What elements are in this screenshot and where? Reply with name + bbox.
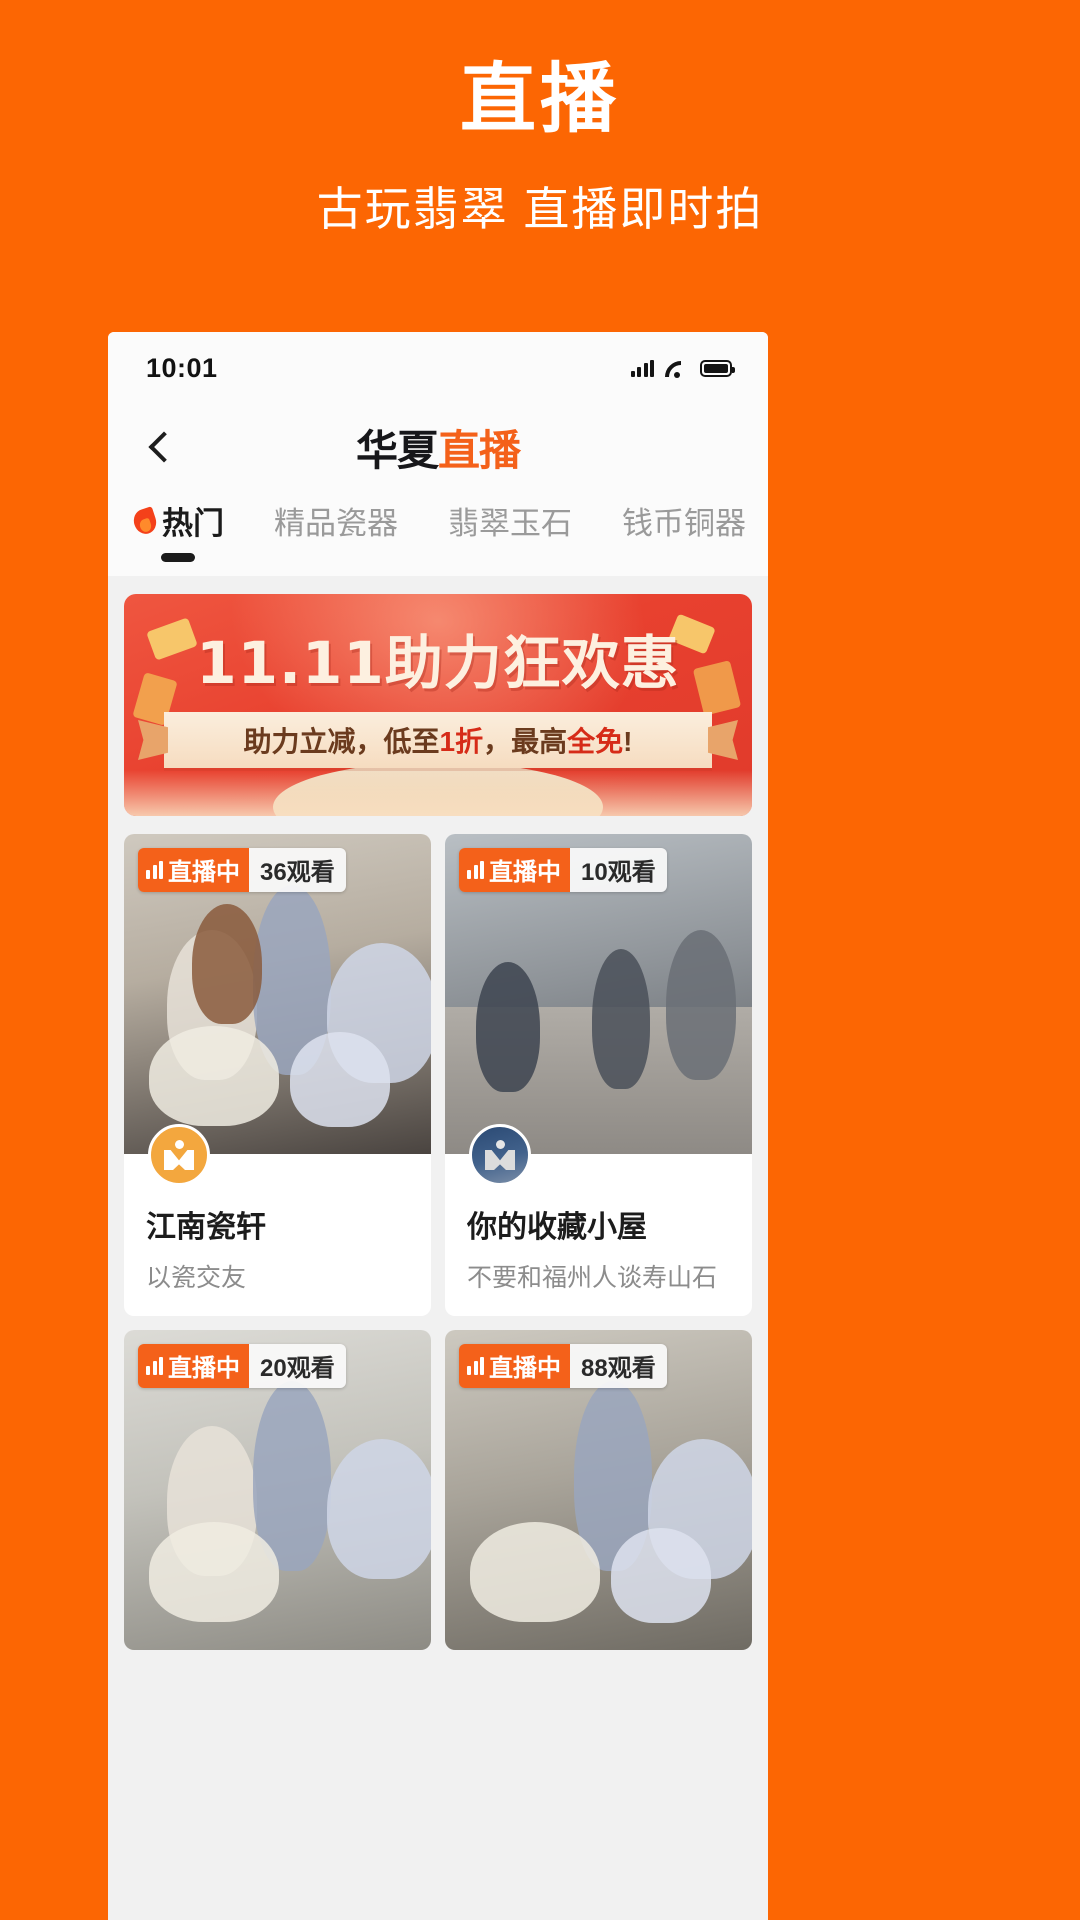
- ribbon-suffix: !: [623, 726, 633, 757]
- live-card[interactable]: 直播中 10观看 你的收藏小屋 不要和福州人谈寿山石: [445, 834, 752, 1316]
- battery-full-icon: [700, 359, 735, 377]
- live-badge-label: 直播中: [489, 1355, 561, 1382]
- live-card[interactable]: 直播中 36观看 江南瓷轩 以瓷交友: [124, 834, 431, 1316]
- live-thumbnail[interactable]: 直播中 36观看: [124, 834, 431, 1154]
- status-bar: 10:01: [108, 332, 768, 404]
- promo-title: 直播: [460, 57, 620, 142]
- live-card-desc: 以瓷交友: [146, 1264, 247, 1292]
- viewer-count-badge: 10观看: [570, 848, 667, 892]
- thumb-decor: [326, 1438, 431, 1579]
- phone-mockup: 10:01 华夏 直播 热门 精品瓷器 翡翠玉石 钱币铜器 11.11助力狂欢惠…: [108, 332, 768, 1920]
- live-thumbnail[interactable]: 直播中 20观看: [124, 1330, 431, 1650]
- thumb-decor: [475, 962, 540, 1092]
- viewer-count-badge: 20观看: [249, 1344, 346, 1388]
- status-badge: 直播中 36观看: [138, 848, 346, 892]
- thumb-decor: [610, 1528, 711, 1624]
- live-badge: 直播中: [138, 1344, 249, 1388]
- live-card-title: 江南瓷轩: [146, 1211, 266, 1244]
- app-nav-bar: 华夏 直播: [108, 404, 768, 490]
- live-card[interactable]: 直播中 88观看: [445, 1330, 752, 1650]
- tab-label: 精品瓷器: [274, 506, 398, 541]
- live-badge: 直播中: [138, 848, 249, 892]
- wifi-icon: [665, 360, 689, 378]
- banner-title: 11.11助力狂欢惠: [196, 629, 680, 697]
- tab-active-underline: [161, 553, 195, 562]
- avatar[interactable]: [148, 1124, 210, 1186]
- tab-label: 钱币铜器: [622, 506, 746, 541]
- category-tab-bar[interactable]: 热门 精品瓷器 翡翠玉石 钱币铜器 文玩杂项: [108, 490, 768, 576]
- live-badge-label: 直播中: [489, 859, 561, 886]
- live-badge: 直播中: [459, 848, 570, 892]
- back-chevron-icon[interactable]: [142, 430, 176, 464]
- live-card-title: 你的收藏小屋: [467, 1211, 647, 1244]
- thumb-decor: [666, 930, 737, 1080]
- tab-jade[interactable]: 翡翠玉石: [448, 498, 572, 543]
- thumb-decor: [592, 949, 651, 1090]
- viewer-count-badge: 88观看: [570, 1344, 667, 1388]
- shop-photo-icon: [483, 1140, 517, 1170]
- shop-logo-icon: [162, 1140, 196, 1170]
- ribbon-highlight-2: 全免: [567, 726, 624, 757]
- thumb-decor: [469, 1522, 600, 1622]
- live-thumbnail[interactable]: 直播中 88观看: [445, 1330, 752, 1650]
- signal-bars-icon: [146, 1356, 163, 1375]
- app-logo-dark-text: 华夏: [355, 425, 439, 475]
- banner-cloud-decor: [124, 770, 752, 816]
- app-logo: 华夏 直播: [108, 404, 768, 490]
- tab-label: 热门: [162, 506, 224, 541]
- tab-hot[interactable]: 热门: [132, 498, 224, 562]
- promo-subtitle: 古玩翡翠 直播即时拍: [316, 183, 764, 235]
- cellular-signal-icon: [630, 359, 654, 377]
- live-badge: 直播中: [459, 1344, 570, 1388]
- thumb-decor: [289, 1032, 390, 1128]
- promo-header: 直播 古玩翡翠 直播即时拍: [0, 0, 1080, 239]
- promo-banner[interactable]: 11.11助力狂欢惠 助力立减，低至1折，最高全免!: [124, 594, 752, 816]
- live-card-desc: 不要和福州人谈寿山石: [467, 1264, 718, 1292]
- ribbon-middle: ，最高: [483, 726, 568, 757]
- banner-ribbon-text: 助力立减，低至1折，最高全免!: [244, 720, 633, 760]
- thumb-decor: [148, 1522, 279, 1622]
- app-logo-accent-text: 直播: [438, 425, 521, 475]
- banner-container: 11.11助力狂欢惠 助力立减，低至1折，最高全免!: [108, 576, 768, 830]
- tab-label: 翡翠玉石: [448, 506, 572, 541]
- fire-icon: [132, 506, 158, 536]
- signal-bars-icon: [467, 1356, 484, 1375]
- status-time: 10:01: [146, 352, 218, 383]
- thumb-decor: [148, 1026, 279, 1126]
- banner-ribbon: 助力立减，低至1折，最高全免!: [164, 712, 712, 768]
- live-badge-label: 直播中: [168, 859, 240, 886]
- viewer-count-badge: 36观看: [249, 848, 346, 892]
- thumb-decor: [191, 904, 262, 1025]
- ribbon-highlight-1: 1折: [439, 726, 484, 757]
- tab-fine-porcelain[interactable]: 精品瓷器: [274, 498, 398, 543]
- live-card-grid: 直播中 36观看 江南瓷轩 以瓷交友 直播中 10观看 你的收藏小屋 不要和福州…: [108, 830, 768, 1650]
- status-icons: [630, 359, 735, 378]
- ribbon-prefix: 助力立减，低至: [243, 726, 440, 757]
- signal-bars-icon: [467, 860, 484, 879]
- status-badge: 直播中 10观看: [459, 848, 667, 892]
- status-badge: 直播中 88观看: [459, 1344, 667, 1388]
- status-badge: 直播中 20观看: [138, 1344, 346, 1388]
- live-badge-label: 直播中: [168, 1355, 240, 1382]
- live-feed-scroll-area[interactable]: 11.11助力狂欢惠 助力立减，低至1折，最高全免! 直播中 36观看 江南瓷轩…: [108, 576, 768, 1920]
- live-card[interactable]: 直播中 20观看: [124, 1330, 431, 1650]
- avatar[interactable]: [469, 1124, 531, 1186]
- live-thumbnail[interactable]: 直播中 10观看: [445, 834, 752, 1154]
- tab-coins-bronze[interactable]: 钱币铜器: [622, 498, 746, 543]
- signal-bars-icon: [146, 860, 163, 879]
